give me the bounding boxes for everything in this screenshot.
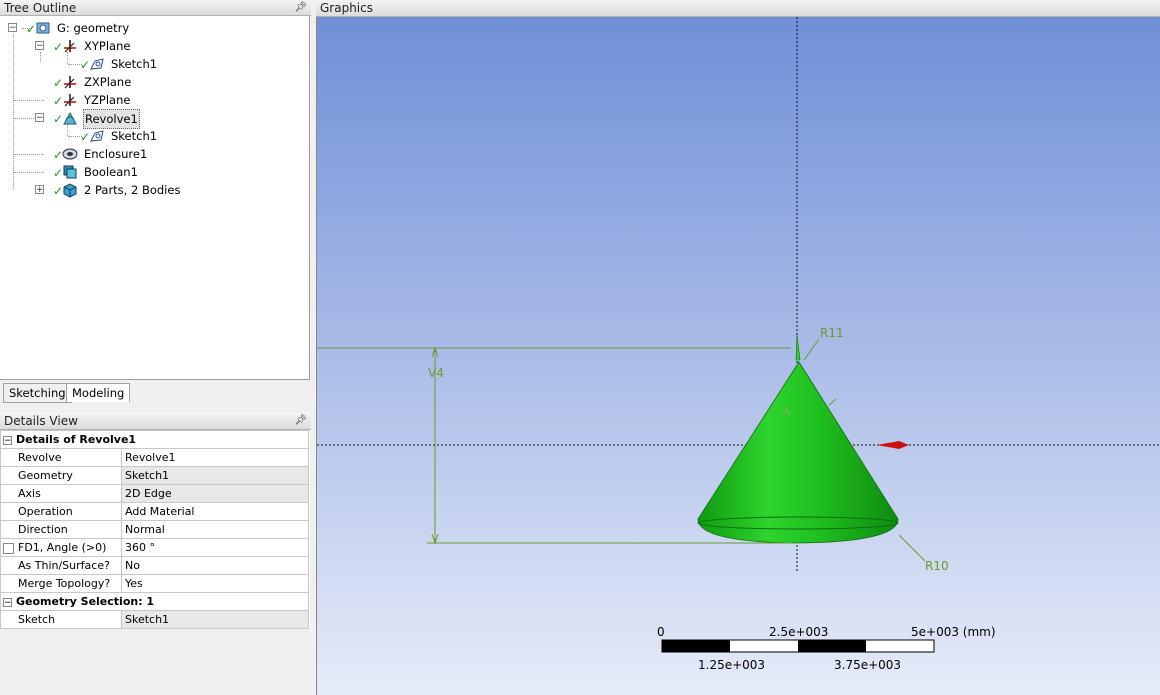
plane-axes-icon — [64, 40, 76, 53]
bodies-icon — [63, 183, 77, 198]
collapse-icon[interactable]: − — [3, 597, 12, 607]
dimension-v4-label[interactable]: V4 — [428, 366, 444, 380]
details-row: Geometry Sketch1 — [0, 466, 309, 485]
tree-item-label: G: geometry — [57, 21, 130, 35]
details-value[interactable]: 2D Edge — [121, 484, 309, 503]
details-key: Merge Topology? — [0, 574, 122, 593]
scale-label-5-mm: 5e+003 (mm) — [911, 625, 996, 639]
graphics-title: Graphics — [320, 1, 373, 15]
details-key: FD1, Angle (>0) — [18, 541, 107, 554]
graphics-viewport[interactable]: V4 R11 A R10 0 2.5e+003 5e+003 (mm) 1.25… — [316, 17, 1160, 695]
details-section-header[interactable]: − Geometry Selection: 1 — [0, 592, 309, 611]
tree-outline-header: Tree Outline 📌︎ — [0, 0, 311, 16]
dimension-a-label[interactable]: A — [783, 405, 791, 418]
dimension-r11-label[interactable]: R11 — [820, 326, 844, 340]
details-key: As Thin/Surface? — [0, 556, 122, 575]
details-value[interactable]: Sketch1 — [121, 466, 309, 485]
details-row: Sketch Sketch1 — [0, 610, 309, 629]
collapse-icon[interactable]: − — [3, 435, 12, 445]
details-key: Axis — [0, 484, 122, 503]
graphics-header: Graphics — [316, 0, 1160, 17]
tree-outline-title: Tree Outline — [4, 1, 77, 15]
boolean-icon — [63, 165, 77, 179]
scale-label-3-75: 3.75e+003 — [834, 658, 901, 672]
viewport-background — [317, 17, 1160, 695]
details-key: Revolve — [0, 448, 122, 467]
tree-item-label: Sketch1 — [111, 129, 158, 143]
details-section-title: Details of Revolve1 — [16, 433, 137, 446]
graphics-canvas[interactable]: V4 R11 A R10 0 2.5e+003 5e+003 (mm) 1.25… — [317, 17, 1160, 695]
details-view: − Details of Revolve1 Revolve Revolve1 Geo… — [0, 430, 310, 629]
pin-icon[interactable]: 📌︎ — [294, 412, 307, 430]
collapse-icon[interactable]: − — [35, 41, 44, 51]
geometry-icon — [36, 22, 50, 34]
details-value[interactable]: Sketch1 — [121, 610, 309, 629]
details-key: Direction — [0, 520, 122, 539]
details-value[interactable]: No — [121, 556, 309, 575]
tree-item-label: Enclosure1 — [84, 147, 148, 161]
collapse-icon[interactable]: − — [8, 23, 17, 33]
details-row: Merge Topology? Yes — [0, 574, 309, 593]
sketch-icon — [90, 58, 104, 70]
details-row: Direction Normal — [0, 520, 309, 539]
tree-item-label: Boolean1 — [84, 165, 138, 179]
mode-tabs: Sketching Modeling — [0, 381, 310, 403]
details-key: Sketch — [0, 610, 122, 629]
details-row: As Thin/Surface? No — [0, 556, 309, 575]
details-value[interactable]: Yes — [121, 574, 309, 593]
collapse-icon[interactable]: − — [35, 113, 44, 123]
details-row: Axis 2D Edge — [0, 484, 309, 503]
details-value[interactable]: 360 ° — [121, 538, 309, 557]
details-value[interactable]: Normal — [121, 520, 309, 539]
sketch-icon — [90, 130, 104, 142]
plane-axes-icon — [64, 76, 76, 89]
tree-item-label: XYPlane — [84, 39, 131, 53]
tree-item-label: 2 Parts, 2 Bodies — [84, 183, 181, 197]
scale-label-0: 0 — [657, 625, 665, 639]
pin-icon[interactable]: 📌︎ — [294, 0, 307, 16]
details-section-header[interactable]: − Details of Revolve1 — [0, 430, 309, 449]
details-view-title: Details View — [4, 414, 78, 428]
details-view-header: Details View 📌︎ — [0, 412, 311, 430]
details-row: Revolve Revolve1 — [0, 448, 309, 467]
details-table: − Details of Revolve1 Revolve Revolve1 Geo… — [0, 430, 309, 629]
parameter-checkbox[interactable] — [3, 542, 14, 554]
tree-item-label: Sketch1 — [111, 57, 158, 71]
scale-label-1-25: 1.25e+003 — [698, 658, 765, 672]
details-key: Geometry — [0, 466, 122, 485]
tree-item-label: ZXPlane — [84, 75, 132, 89]
tab-sketching[interactable]: Sketching — [3, 383, 72, 403]
tab-modeling[interactable]: Modeling — [66, 383, 131, 402]
plane-axes-icon — [64, 94, 76, 107]
revolve-icon — [63, 111, 77, 125]
scale-bar — [661, 639, 935, 653]
dimension-r10-label[interactable]: R10 — [925, 559, 949, 573]
scale-label-2-5: 2.5e+003 — [769, 625, 828, 639]
enclosure-icon — [62, 148, 78, 160]
details-row: FD1, Angle (>0) 360 ° — [0, 538, 309, 557]
details-value[interactable]: Add Material — [121, 502, 309, 521]
tree-item-label: Revolve1 — [83, 109, 140, 129]
details-key: Operation — [0, 502, 122, 521]
details-section-title: Geometry Selection: 1 — [16, 595, 155, 608]
tree-item-label: YZPlane — [84, 93, 131, 107]
tree-outline: − ✓ G: geometry − ✓ XYPlane ✓ Sketch1 ✓ … — [0, 16, 310, 380]
details-value[interactable]: Revolve1 — [121, 448, 309, 467]
details-row: Operation Add Material — [0, 502, 309, 521]
expand-icon[interactable]: + — [35, 185, 44, 195]
